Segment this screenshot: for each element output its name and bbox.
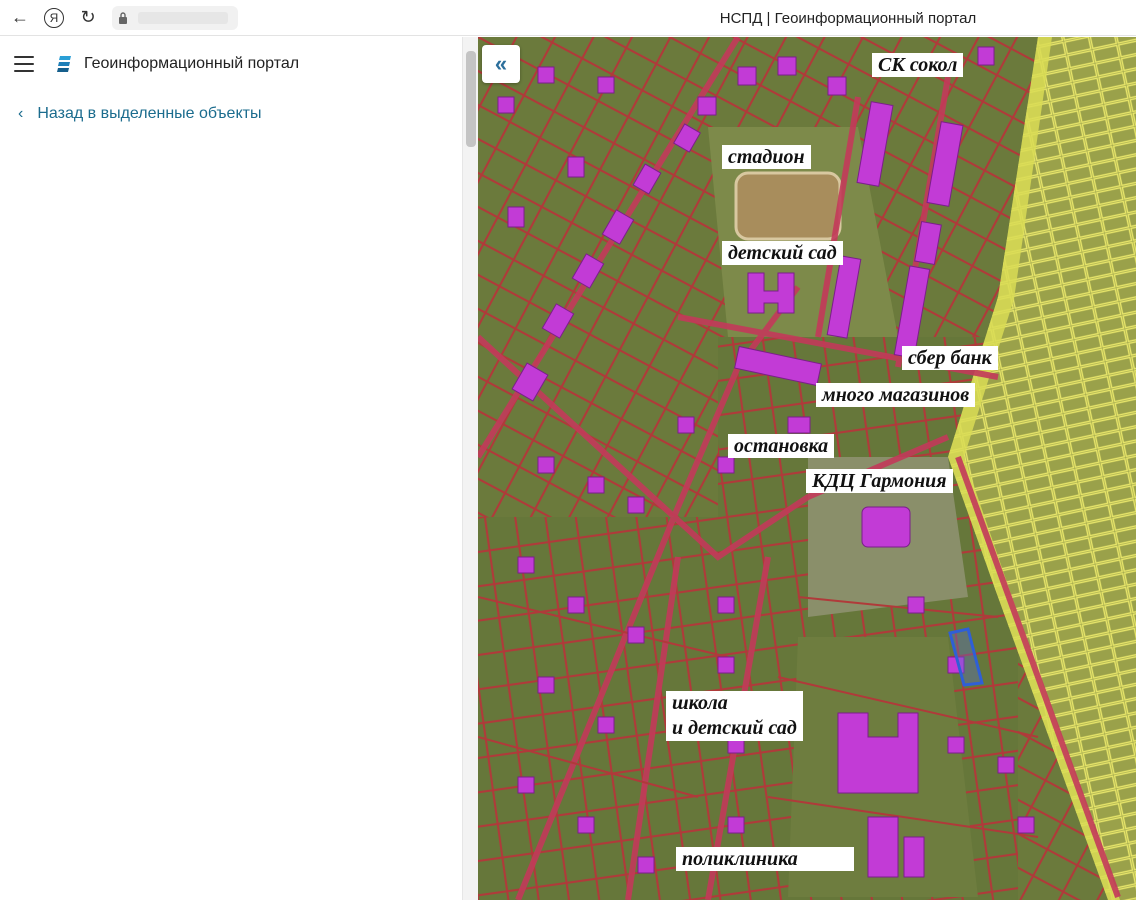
map-label-sber-bank: сбер банк (902, 346, 998, 370)
map-label-detsky-sad: детский сад (722, 241, 843, 265)
back-link-label: Назад в выделенные объекты (37, 105, 262, 122)
panel-header: Геоинформационный портал (0, 37, 462, 91)
map-label-shkola: школа и детский сад (666, 691, 803, 741)
lock-icon (119, 11, 127, 24)
map-label-shkola-line2: и детский сад (672, 717, 797, 739)
scrollbar-thumb[interactable] (466, 51, 476, 147)
left-panel: Геоинформационный портал ‹ Назад в выдел… (0, 37, 462, 900)
browser-toolbar: ← Я ↻ (0, 0, 1136, 36)
map-label-stadion: стадион (722, 145, 811, 169)
map-label-shkola-line1: школа (672, 692, 728, 714)
map-label-mnogo-magazinov: много магазинов (816, 383, 976, 407)
map-label-kdc-garmonia: КДЦ Гармония (806, 469, 953, 493)
yandex-glyph: Я (44, 7, 64, 28)
menu-icon[interactable] (14, 56, 34, 72)
map-label-sk-sokol: СК сокол (872, 53, 964, 77)
address-bar[interactable] (112, 5, 238, 30)
map-label-poliklinika: поликлиника (676, 847, 854, 871)
collapse-panel-button[interactable]: « (482, 45, 520, 83)
yandex-icon[interactable]: Я (40, 4, 68, 32)
panel-scrollbar[interactable] (462, 37, 478, 900)
portal-logo-icon[interactable] (56, 54, 74, 74)
back-arrow-icon[interactable]: ← (6, 4, 34, 32)
chevron-left-icon: ‹ (18, 105, 24, 122)
address-text-redacted (138, 11, 228, 24)
map-view[interactable]: « СК сокол стадион детский сад сбер банк… (478, 37, 1136, 900)
map-label-ostanovka: остановка (728, 434, 835, 458)
reload-icon[interactable]: ↻ (74, 4, 102, 32)
portal-name[interactable]: Геоинформационный портал (84, 55, 299, 73)
back-to-selected-link[interactable]: ‹ Назад в выделенные объекты (0, 99, 462, 129)
